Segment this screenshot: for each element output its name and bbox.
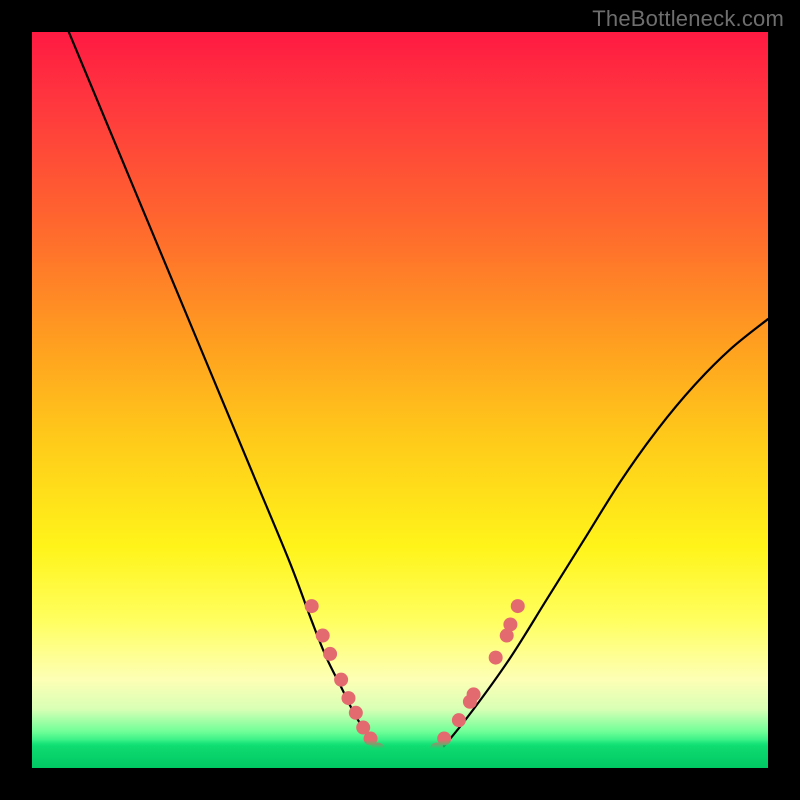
bottom-green-band [32,740,768,768]
marker-dot [489,651,503,665]
marker-dot [467,687,481,701]
highlight-markers [305,599,525,757]
marker-dot [341,691,355,705]
bottleneck-curve-path [69,32,768,768]
marker-dot [334,673,348,687]
marker-dot [316,629,330,643]
watermark-text: TheBottleneck.com [592,6,784,32]
marker-dot [323,647,337,661]
marker-dot [305,599,319,613]
marker-dot [452,713,466,727]
bottleneck-curve-svg [32,32,768,768]
curve-layer [69,32,768,768]
chart-frame: TheBottleneck.com [0,0,800,800]
plot-area [32,32,768,768]
marker-dot [503,617,517,631]
marker-dot [349,706,363,720]
marker-dot [511,599,525,613]
